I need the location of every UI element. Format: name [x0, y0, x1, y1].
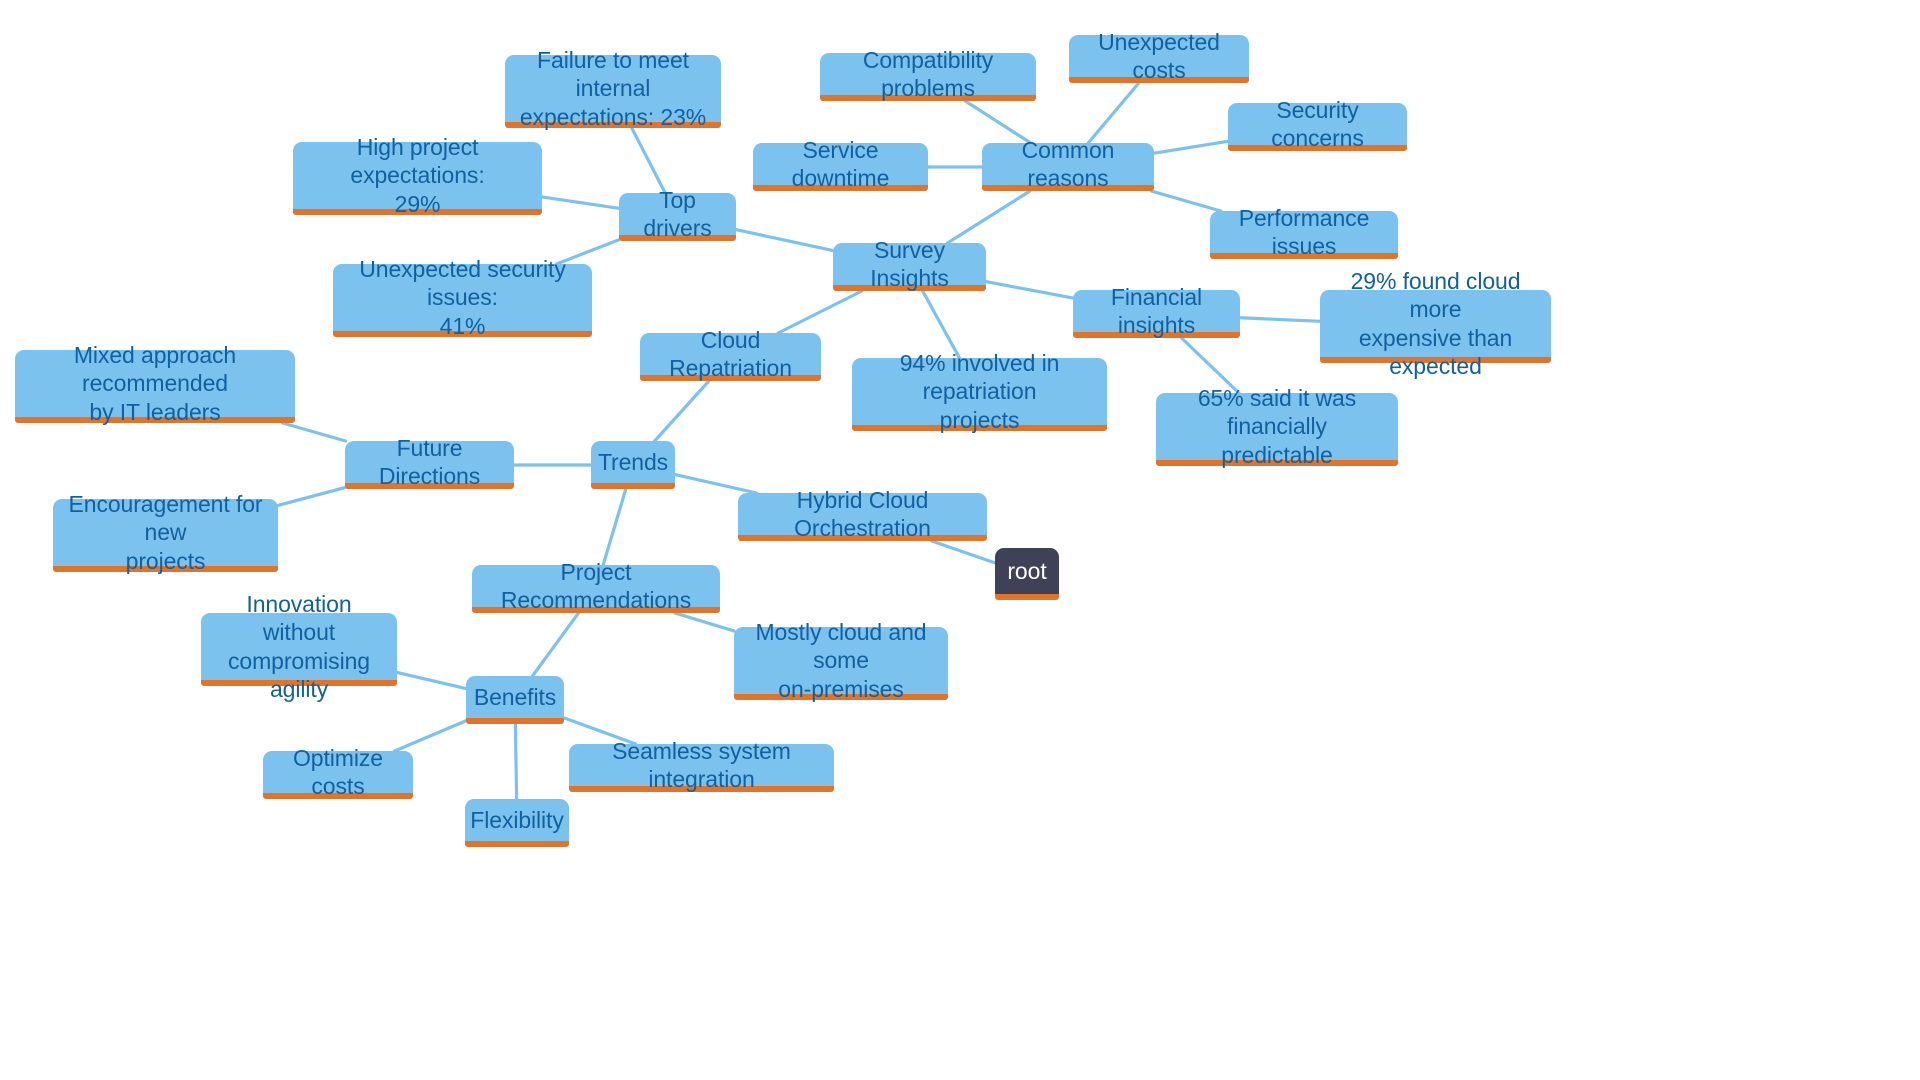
mindmap-node-mixed_approach[interactable]: Mixed approach recommended by IT leaders	[15, 342, 295, 425]
mindmap-edge-project_recommend-to-mostly_cloud	[673, 611, 736, 633]
mindmap-edge-hybrid_cloud-to-trends	[673, 472, 759, 495]
mindmap-node-root[interactable]: root	[995, 548, 1059, 600]
mindmap-node-security_concerns[interactable]: Security concerns	[1228, 97, 1407, 151]
mindmap-edge-project_recommend-to-benefits	[530, 611, 581, 678]
mindmap-node-seamless_integration[interactable]: Seamless system integration	[569, 738, 834, 792]
mindmap-node-financial_insights[interactable]: Financial insights	[1073, 284, 1240, 338]
mindmap-edge-common_reasons-to-unexpected_costs	[1086, 81, 1141, 145]
mindmap-node-service_downtime[interactable]: Service downtime	[753, 137, 928, 191]
mindmap-edge-top_drivers-to-failure_internal	[630, 126, 667, 195]
mindmap-edge-future_directions-to-mixed_approach	[281, 421, 348, 443]
mindmap-edge-top_drivers-to-high_project_exp	[540, 195, 621, 210]
mindmap-edge-financial_insights-to-cost_29	[1238, 316, 1322, 323]
mindmap-node-repatriation_94[interactable]: 94% involved in repatriation projects	[852, 350, 1107, 433]
mindmap-node-flexibility[interactable]: Flexibility	[465, 799, 569, 847]
mindmap-edge-benefits-to-optimize_costs	[393, 719, 468, 753]
mindmap-node-cloud_repatriation[interactable]: Cloud Repatriation	[640, 327, 821, 381]
mindmap-node-benefits[interactable]: Benefits	[466, 676, 564, 724]
mindmap-node-hybrid_cloud[interactable]: Hybrid Cloud Orchestration	[738, 487, 987, 541]
mindmap-node-encouragement[interactable]: Encouragement for new projects	[53, 491, 278, 574]
mindmap-node-predictable_65[interactable]: 65% said it was financially predictable	[1156, 385, 1398, 468]
mindmap-edge-survey_insights-to-financial_insights	[984, 279, 1075, 300]
mindmap-node-top_drivers[interactable]: Top drivers	[619, 187, 736, 241]
mindmap-node-survey_insights[interactable]: Survey Insights	[833, 237, 986, 291]
mindmap-edge-survey_insights-to-top_drivers	[734, 228, 835, 253]
mindmap-edge-common_reasons-to-security_concerns	[1152, 139, 1230, 155]
mindmap-canvas: root Survey Insights Top drivers Failure to…	[0, 0, 1920, 1080]
mindmap-edge-trends-to-project_recommend	[601, 487, 628, 567]
mindmap-node-unexpected_security[interactable]: Unexpected security issues: 41%	[333, 256, 592, 339]
mindmap-edge-benefits-to-innovation	[395, 670, 468, 691]
mindmap-node-mostly_cloud[interactable]: Mostly cloud and some on-premises	[734, 619, 948, 702]
mindmap-node-performance_issues[interactable]: Performance issues	[1210, 205, 1398, 259]
mindmap-node-project_recommend[interactable]: Project Recommendations	[472, 559, 720, 613]
mindmap-edge-future_directions-to-encouragement	[276, 485, 347, 508]
mindmap-node-unexpected_costs[interactable]: Unexpected costs	[1069, 29, 1249, 83]
mindmap-node-trends[interactable]: Trends	[591, 441, 675, 489]
mindmap-node-innovation[interactable]: Innovation without compromising agility	[201, 591, 397, 702]
mindmap-node-optimize_costs[interactable]: Optimize costs	[263, 745, 413, 799]
mindmap-node-common_reasons[interactable]: Common reasons	[982, 137, 1154, 191]
mindmap-edge-survey_insights-to-repatriation_94	[921, 289, 962, 360]
mindmap-node-high_project_exp[interactable]: High project expectations: 29%	[293, 134, 542, 217]
mindmap-node-cost_29[interactable]: 29% found cloud more expensive than expe…	[1320, 268, 1551, 379]
mindmap-edge-benefits-to-flexibility	[513, 722, 519, 801]
mindmap-edge-root-to-hybrid_cloud	[930, 539, 997, 565]
mindmap-node-compatibility[interactable]: Compatibility problems	[820, 47, 1036, 101]
mindmap-edge-common_reasons-to-performance_issues	[1149, 189, 1223, 213]
mindmap-node-failure_internal[interactable]: Failure to meet internal expectations: 2…	[505, 47, 721, 130]
mindmap-node-future_directions[interactable]: Future Directions	[345, 435, 514, 489]
mindmap-edge-trends-to-cloud_repatriation	[653, 379, 711, 443]
